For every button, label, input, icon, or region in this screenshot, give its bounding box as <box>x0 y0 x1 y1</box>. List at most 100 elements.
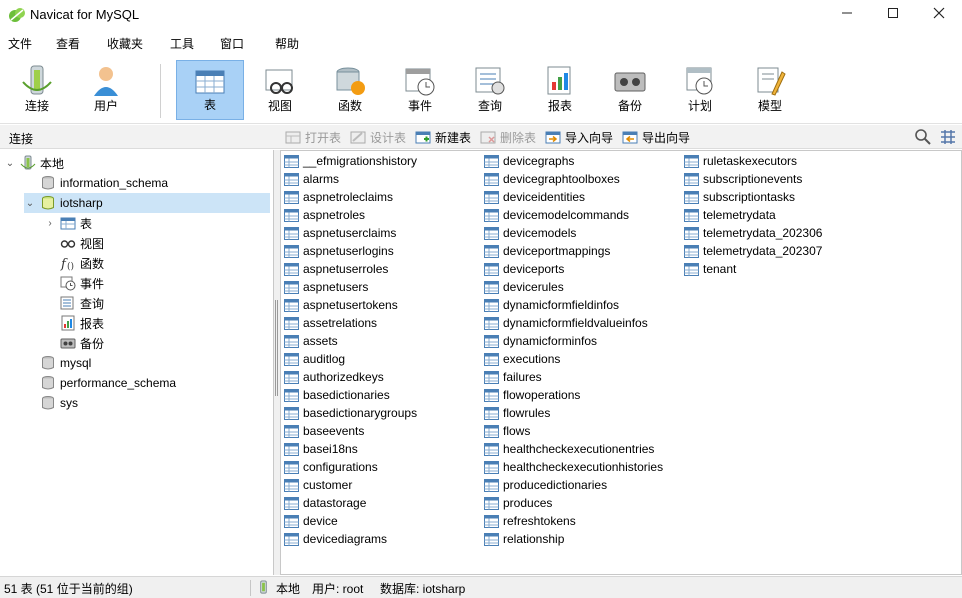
table-item[interactable]: __efmigrationshistory <box>284 152 417 170</box>
table-item[interactable]: producedictionaries <box>484 476 607 494</box>
view-icon <box>265 69 293 94</box>
tree-db-information-schema[interactable]: information_schema <box>24 173 270 193</box>
tree-db-sys[interactable]: sys <box>24 393 270 413</box>
table-item[interactable]: telemetrydata_202306 <box>684 224 822 242</box>
chevron-right-icon[interactable]: › <box>44 218 56 229</box>
object-toolbar: 连接 打开表 设计表 新建表 删除表 导入向导 导出向导 <box>0 125 962 149</box>
toolbar-query-button[interactable]: 查询 <box>456 60 524 120</box>
tree-node-functions[interactable]: f() 函数 <box>44 253 270 273</box>
table-item[interactable]: telemetrydata_202307 <box>684 242 822 260</box>
import-wizard-button[interactable]: 导入向导 <box>545 128 613 146</box>
table-item[interactable]: relationship <box>484 530 564 548</box>
tree-node-backups[interactable]: 备份 <box>44 333 270 353</box>
toolbar-user-button[interactable]: 用户 <box>72 60 140 120</box>
table-item[interactable]: assets <box>284 332 338 350</box>
table-item[interactable]: subscriptionevents <box>684 170 802 188</box>
open-table-button[interactable]: 打开表 <box>285 128 341 146</box>
table-item[interactable]: dynamicforminfos <box>484 332 597 350</box>
tree-node-reports[interactable]: 报表 <box>44 313 270 333</box>
search-icon[interactable] <box>914 128 932 146</box>
table-item[interactable]: basei18ns <box>284 440 358 458</box>
table-item[interactable]: deviceportmappings <box>484 242 610 260</box>
table-item[interactable]: devicemodelcommands <box>484 206 629 224</box>
table-item[interactable]: aspnetuserroles <box>284 260 388 278</box>
menu-favorites[interactable]: 收藏夹 <box>107 35 143 52</box>
chevron-down-icon[interactable]: ⌄ <box>4 158 16 169</box>
table-item[interactable]: refreshtokens <box>484 512 576 530</box>
toolbar-connection-button[interactable]: 连接 <box>3 60 71 120</box>
table-item[interactable]: alarms <box>284 170 339 188</box>
table-item[interactable]: dynamicformfieldinfos <box>484 296 619 314</box>
export-wizard-button[interactable]: 导出向导 <box>622 128 690 146</box>
table-item[interactable]: deviceports <box>484 260 564 278</box>
toolbar-report-button[interactable]: 报表 <box>526 60 594 120</box>
maximize-button[interactable] <box>870 0 916 30</box>
table-item[interactable]: aspnetuserclaims <box>284 224 396 242</box>
tree-db-mysql[interactable]: mysql <box>24 353 270 373</box>
toolbar-backup-button[interactable]: 备份 <box>596 60 664 120</box>
toolbar-table-button[interactable]: 表 <box>176 60 244 120</box>
tree-node-views[interactable]: 视图 <box>44 233 270 253</box>
table-item[interactable]: devicediagrams <box>284 530 387 548</box>
table-item[interactable]: subscriptiontasks <box>684 188 795 206</box>
table-item[interactable]: baseevents <box>284 422 364 440</box>
table-item[interactable]: ruletaskexecutors <box>684 152 797 170</box>
menu-window[interactable]: 窗口 <box>220 35 244 52</box>
table-item[interactable]: produces <box>484 494 552 512</box>
tree-db-performance-schema[interactable]: performance_schema <box>24 373 270 393</box>
table-item[interactable]: devicegraphtoolboxes <box>484 170 620 188</box>
table-item[interactable]: customer <box>284 476 352 494</box>
table-item[interactable]: devicerules <box>484 278 564 296</box>
menu-file[interactable]: 文件 <box>8 35 32 52</box>
minimize-button[interactable] <box>824 0 870 30</box>
table-item[interactable]: basedictionaries <box>284 386 390 404</box>
table-item[interactable]: healthcheckexecutionhistories <box>484 458 663 476</box>
menu-tools[interactable]: 工具 <box>170 35 194 52</box>
table-item[interactable]: flowrules <box>484 404 550 422</box>
table-item[interactable]: auditlog <box>284 350 345 368</box>
table-item[interactable]: devicemodels <box>484 224 576 242</box>
table-item[interactable]: aspnetroles <box>284 206 365 224</box>
table-item[interactable]: dynamicformfieldvalueinfos <box>484 314 648 332</box>
table-item[interactable]: authorizedkeys <box>284 368 384 386</box>
table-item[interactable]: aspnetusertokens <box>284 296 398 314</box>
tree-node-queries[interactable]: 查询 <box>44 293 270 313</box>
table-item[interactable]: failures <box>484 368 542 386</box>
tree-root-local[interactable]: ⌄ 本地 <box>4 153 270 173</box>
table-item[interactable]: device <box>284 512 338 530</box>
table-item[interactable]: devicegraphs <box>484 152 574 170</box>
table-item[interactable]: basedictionarygroups <box>284 404 417 422</box>
table-item[interactable]: flowoperations <box>484 386 580 404</box>
table-item[interactable]: flows <box>484 422 530 440</box>
table-item[interactable]: healthcheckexecutionentries <box>484 440 654 458</box>
toolbar-model-button[interactable]: 模型 <box>736 60 804 120</box>
table-item-label: customer <box>303 478 353 492</box>
view-mode-icon[interactable] <box>940 129 956 145</box>
new-table-button[interactable]: 新建表 <box>415 128 471 146</box>
design-table-button[interactable]: 设计表 <box>350 128 406 146</box>
menu-help[interactable]: 帮助 <box>275 35 299 52</box>
toolbar-function-button[interactable]: 函数 <box>316 60 384 120</box>
table-item[interactable]: deviceidentities <box>484 188 585 206</box>
table-item[interactable]: aspnetusers <box>284 278 368 296</box>
table-item[interactable]: aspnetroleclaims <box>284 188 393 206</box>
table-item[interactable]: tenant <box>684 260 736 278</box>
tree-node-label: 查询 <box>80 296 105 311</box>
toolbar-event-button[interactable]: 事件 <box>386 60 454 120</box>
table-item[interactable]: aspnetuserlogins <box>284 242 394 260</box>
tree-node-tables[interactable]: › 表 <box>44 213 270 233</box>
menu-view[interactable]: 查看 <box>56 35 80 52</box>
table-item[interactable]: assetrelations <box>284 314 377 332</box>
table-item[interactable]: executions <box>484 350 560 368</box>
toolbar-schedule-button[interactable]: 计划 <box>666 60 734 120</box>
chevron-down-icon[interactable]: ⌄ <box>24 198 36 209</box>
delete-table-button[interactable]: 删除表 <box>480 128 536 146</box>
tree-db-iotsharp[interactable]: ⌄ iotsharp <box>24 193 270 213</box>
close-button[interactable] <box>916 0 962 30</box>
table-item[interactable]: datastorage <box>284 494 366 512</box>
table-item[interactable]: telemetrydata <box>684 206 776 224</box>
tree-node-events[interactable]: 事件 <box>44 273 270 293</box>
toolbar-view-button[interactable]: 视图 <box>246 60 314 120</box>
table-item[interactable]: configurations <box>284 458 378 476</box>
splitter-grip[interactable] <box>275 300 278 396</box>
